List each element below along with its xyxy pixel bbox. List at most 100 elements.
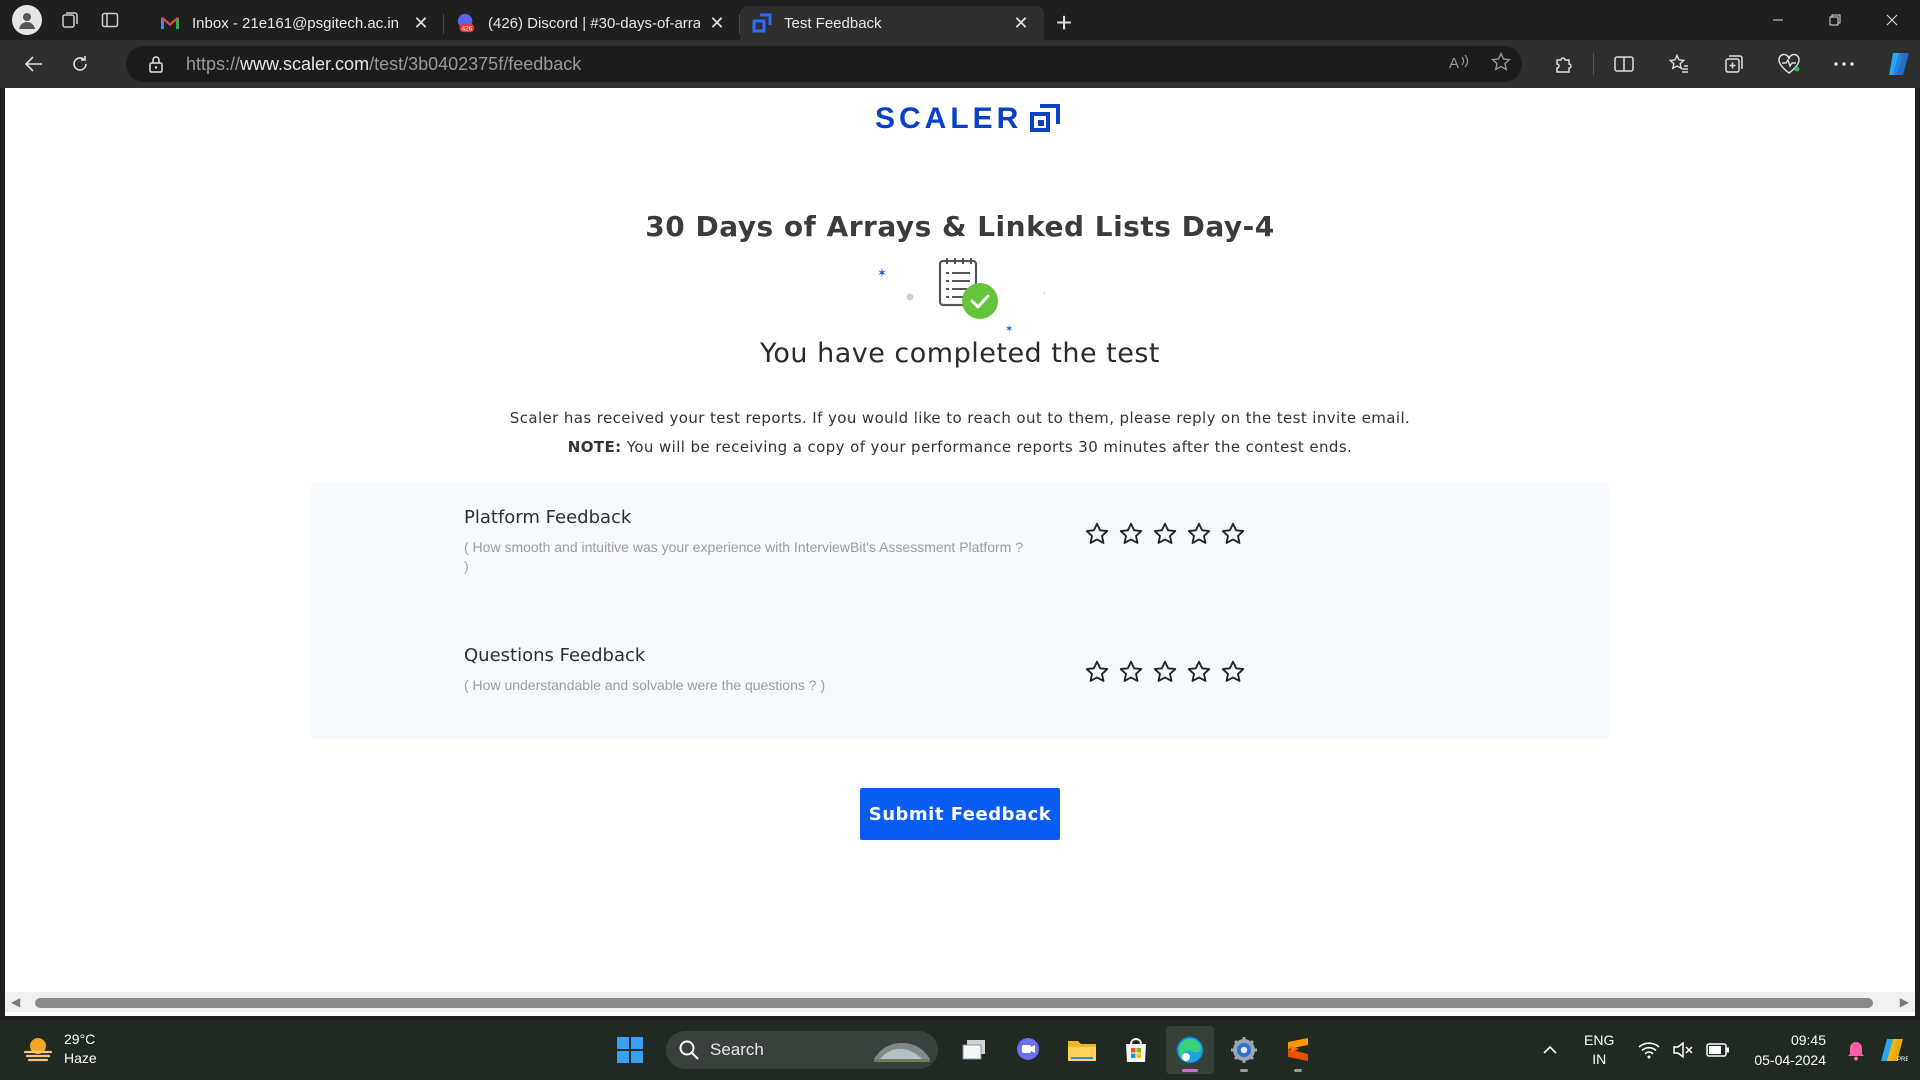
clock-time: 09:45	[1790, 1032, 1826, 1048]
settings-taskbar-button[interactable]	[1220, 1026, 1268, 1074]
close-tab-icon[interactable]: ✕	[706, 12, 728, 34]
split-screen-button[interactable]	[1596, 40, 1651, 88]
star-icon[interactable]	[1186, 521, 1212, 547]
teams-chat-button[interactable]	[1004, 1026, 1052, 1074]
search-icon	[679, 1040, 699, 1060]
star-icon[interactable]	[1220, 521, 1246, 547]
scaler-icon	[752, 13, 772, 33]
search-highlight-icon	[874, 1043, 930, 1062]
minimize-button[interactable]	[1749, 0, 1806, 40]
split-screen-icon	[1613, 56, 1634, 72]
address-bar[interactable]: https://www.scaler.com/test/3b0402375f/f…	[126, 46, 1522, 82]
back-button[interactable]	[12, 44, 56, 84]
scroll-left-icon[interactable]: ◀	[11, 995, 20, 1009]
scrollbar-thumb[interactable]	[35, 998, 1873, 1008]
clock[interactable]: 09:45 05-04-2024	[1754, 1030, 1826, 1070]
svg-text:A: A	[1449, 55, 1459, 72]
file-explorer-button[interactable]	[1058, 1026, 1106, 1074]
workspaces-button[interactable]	[50, 0, 90, 40]
active-indicator	[1182, 1069, 1198, 1072]
copilot-icon	[1888, 53, 1909, 75]
weather-desc: Haze	[64, 1050, 97, 1066]
scaler-logo[interactable]: SCALER	[875, 102, 1061, 136]
star-icon[interactable]	[1118, 521, 1144, 547]
restore-icon	[1829, 14, 1840, 26]
scroll-right-icon[interactable]: ▶	[1900, 995, 1909, 1009]
weather-temp: 29°C	[64, 1031, 96, 1047]
scaler-logo-icon	[1030, 104, 1061, 132]
new-tab-button[interactable]: +	[1044, 6, 1084, 40]
close-window-button[interactable]	[1863, 0, 1920, 40]
sparkle-icon: ✶	[1005, 324, 1013, 333]
task-view-icon	[962, 1040, 985, 1060]
start-button[interactable]	[606, 1026, 654, 1074]
copilot-button[interactable]	[1871, 40, 1920, 88]
person-icon	[19, 13, 35, 29]
microsoft-store-button[interactable]	[1112, 1026, 1160, 1074]
dot-icon	[906, 293, 914, 301]
star-icon[interactable]	[1220, 659, 1246, 685]
input-language[interactable]: ENG IN	[1584, 1031, 1614, 1069]
favorites-button[interactable]	[1651, 40, 1706, 88]
notification-bell-icon[interactable]	[1846, 1039, 1866, 1061]
close-tab-icon[interactable]: ✕	[410, 12, 432, 34]
favorites-list-icon	[1668, 53, 1688, 73]
tab-badge: 426	[462, 25, 473, 32]
wifi-icon[interactable]	[1638, 1041, 1660, 1059]
url-scheme: https://	[186, 53, 241, 74]
star-icon[interactable]	[1084, 521, 1110, 547]
tab-title: Test Feedback	[784, 14, 882, 32]
window-controls	[1749, 0, 1920, 40]
browser-essentials-button[interactable]	[1761, 40, 1816, 88]
star-icon[interactable]	[1152, 659, 1178, 685]
feedback-subtitle: ( How smooth and intuitive was your expe…	[464, 539, 1024, 574]
dot-icon	[1044, 290, 1045, 296]
puzzle-icon	[1555, 57, 1572, 73]
show-hidden-icons-button[interactable]	[1542, 1044, 1558, 1056]
haze-sun-icon	[23, 1038, 53, 1062]
note-line: NOTE: You will be receiving a copy of yo…	[5, 433, 1915, 462]
star-icon[interactable]	[1152, 521, 1178, 547]
store-icon	[1126, 1038, 1146, 1062]
tab-gmail[interactable]: Inbox - 21e161@psgitech.ac.in - ✕	[148, 6, 444, 40]
edge-taskbar-button[interactable]	[1166, 1026, 1214, 1074]
profile-avatar[interactable]	[12, 5, 42, 35]
speaker-muted-icon[interactable]	[1672, 1041, 1694, 1059]
copilot-taskbar-icon[interactable]: PRE	[1878, 1037, 1908, 1063]
weather-widget[interactable]: 29°C Haze	[22, 1030, 97, 1068]
collections-icon	[1724, 55, 1743, 73]
tab-discord[interactable]: 426 (426) Discord | #30-days-of-array ✕	[444, 6, 740, 40]
horizontal-scrollbar[interactable]: ◀ ▶	[5, 992, 1915, 1012]
star-icon[interactable]	[1186, 659, 1212, 685]
more-options-button[interactable]	[1816, 40, 1871, 88]
tab-bar: Inbox - 21e161@psgitech.ac.in - ✕ 426 (4…	[0, 0, 1920, 40]
tab-test-feedback[interactable]: Test Feedback ✕	[740, 6, 1044, 40]
browser-toolbar: https://www.scaler.com/test/3b0402375f/f…	[0, 40, 1920, 88]
read-aloud-icon[interactable]: A	[1448, 52, 1470, 77]
back-arrow-icon	[24, 56, 42, 72]
language-code: ENG	[1584, 1032, 1615, 1048]
sublime-text-icon	[1288, 1038, 1308, 1061]
star-rating	[1084, 659, 1246, 685]
url-text[interactable]: https://www.scaler.com/test/3b0402375f/f…	[186, 54, 581, 75]
submit-feedback-button[interactable]: Submit Feedback	[860, 788, 1060, 840]
toolbar-actions	[1536, 40, 1920, 88]
close-tab-icon[interactable]: ✕	[1010, 12, 1032, 34]
windows-taskbar: 29°C Haze Search ENG IN 09:45 05-04-2024…	[0, 1020, 1920, 1080]
task-view-button[interactable]	[950, 1026, 998, 1074]
completion-heading: You have completed the test	[759, 338, 1161, 369]
star-icon[interactable]	[1084, 659, 1110, 685]
refresh-button[interactable]	[58, 44, 102, 84]
url-host: www.scaler.com	[240, 53, 370, 74]
tab-actions-button[interactable]	[90, 0, 130, 40]
collections-button[interactable]	[1706, 40, 1761, 88]
sublime-taskbar-button[interactable]	[1274, 1026, 1322, 1074]
lock-icon[interactable]	[136, 55, 176, 73]
star-icon[interactable]	[1118, 659, 1144, 685]
chevron-up-icon	[1543, 1045, 1557, 1054]
extensions-button[interactable]	[1536, 40, 1591, 88]
favorite-star-icon[interactable]	[1490, 51, 1512, 78]
battery-icon[interactable]	[1706, 1043, 1730, 1057]
restore-button[interactable]	[1806, 0, 1863, 40]
taskbar-search[interactable]: Search	[666, 1031, 938, 1069]
